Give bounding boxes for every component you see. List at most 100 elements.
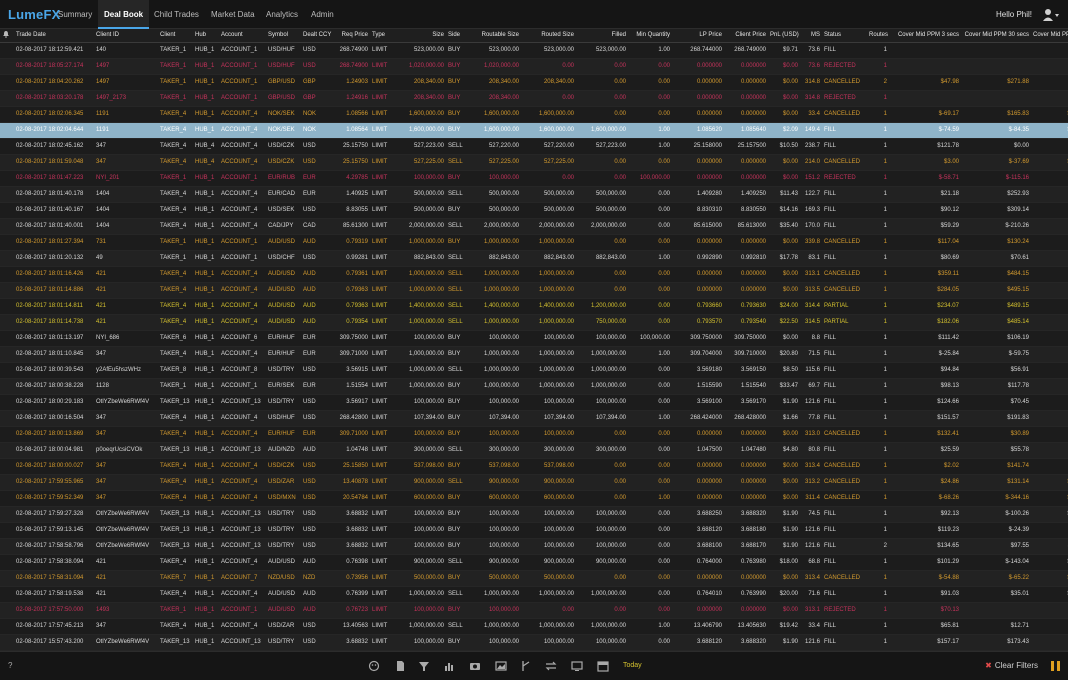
table-row[interactable]: 02-08-2017 18:01:14.886 421 TAKER_4 HUB_1 AC… <box>0 282 1068 299</box>
brand-logo[interactable]: LumeFX <box>8 7 60 22</box>
monitor-icon[interactable] <box>571 660 583 672</box>
table-cell: 100,000.00 <box>396 602 446 619</box>
table-row[interactable]: 02-08-2017 17:59:13.145 OtlYZbeWe6RWf4V TA… <box>0 522 1068 539</box>
column-header[interactable]: Routed Size <box>521 29 576 43</box>
help-button[interactable]: ? <box>8 661 12 670</box>
table-row[interactable]: 02-08-2017 18:00:04.981 p0oeqrUcsiCVOk TAK… <box>0 442 1068 459</box>
column-header[interactable]: Routable Size <box>465 29 521 43</box>
table-row[interactable]: 02-08-2017 18:00:39.543 y2AfEu5hszWHz TAKE… <box>0 362 1068 379</box>
table-row[interactable]: 02-08-2017 17:58:58.796 OtlYZbeWe6RWf4V TA… <box>0 538 1068 555</box>
nav-admin[interactable]: Admin <box>311 0 334 29</box>
pause-icon[interactable] <box>1051 661 1060 671</box>
table-cell: 0.00 <box>628 298 672 315</box>
column-header[interactable]: Cover Mid PPM 60 secs <box>1031 29 1068 43</box>
bar-chart-icon[interactable] <box>443 660 455 672</box>
table-row[interactable]: 02-08-2017 18:05:27.174 1497 TAKER_1 HUB_1 A… <box>0 58 1068 75</box>
table-row[interactable]: 02-08-2017 18:03:20.178 1497_2173 TAKER_1 H… <box>0 90 1068 107</box>
table-row[interactable]: 02-08-2017 18:02:06.345 1191 TAKER_4 HUB_1 A… <box>0 106 1068 123</box>
column-header[interactable]: Client <box>158 29 193 43</box>
table-cell: BUY <box>446 394 465 411</box>
table-row[interactable]: 02-08-2017 18:00:38.228 1128 TAKER_1 HUB_1 A… <box>0 378 1068 395</box>
table-row[interactable]: 02-08-2017 18:01:16.426 421 TAKER_4 HUB_1 AC… <box>0 266 1068 283</box>
table-row[interactable]: 02-08-2017 18:00:29.183 OtlYZbeWe6RWf4V TA… <box>0 394 1068 411</box>
palette-icon[interactable] <box>368 660 380 672</box>
table-row[interactable]: 02-08-2017 15:57:43.200 OtlYZbeWe6RWf4V TA… <box>0 634 1068 651</box>
column-header[interactable]: Status <box>822 29 867 43</box>
table-cell: $47.98 <box>889 74 961 91</box>
clear-filters-button[interactable]: ✖ Clear Filters <box>985 661 1038 670</box>
notification-header-cell[interactable] <box>0 29 14 43</box>
filter-icon[interactable] <box>418 660 430 672</box>
table-row[interactable]: 02-08-2017 18:12:59.421 140 TAKER_1 HUB_1 AC… <box>0 42 1068 59</box>
table-row[interactable]: 02-08-2017 17:59:55.965 347 TAKER_4 HUB_1 AC… <box>0 474 1068 491</box>
table-cell: 309.71000 <box>335 426 370 443</box>
user-menu-icon[interactable] <box>1042 8 1060 22</box>
document-icon[interactable] <box>394 660 406 672</box>
table-row[interactable]: 02-08-2017 18:01:10.845 347 TAKER_4 HUB_1 AC… <box>0 346 1068 363</box>
today-filter-button[interactable]: Today <box>623 662 642 669</box>
table-cell: 2,000,000.00 <box>396 218 446 235</box>
column-header[interactable]: Cover Mid PPM 30 secs <box>961 29 1031 43</box>
nav-market-data[interactable]: Market Data <box>211 0 255 29</box>
column-header[interactable]: Dealt CCY <box>301 29 335 43</box>
column-header[interactable]: Size <box>396 29 446 43</box>
table-row[interactable]: 02-08-2017 18:01:20.132 49 TAKER_1 HUB_1 ACC… <box>0 250 1068 267</box>
column-header[interactable]: Client Price <box>724 29 768 43</box>
table-cell: TAKER_4 <box>158 554 193 571</box>
column-header[interactable]: Hub <box>193 29 219 43</box>
column-header[interactable]: Symbol <box>266 29 301 43</box>
column-header[interactable]: Trade Date <box>14 29 94 43</box>
column-header[interactable]: Routes <box>867 29 889 43</box>
table-row[interactable]: 02-08-2017 18:01:40.178 1404 TAKER_4 HUB_1 A… <box>0 186 1068 203</box>
table-row[interactable]: 02-08-2017 18:00:00.027 347 TAKER_4 HUB_1 AC… <box>0 458 1068 475</box>
table-cell: ACCOUNT_13 <box>219 442 266 459</box>
table-row[interactable]: 02-08-2017 18:02:04.644 1191 TAKER_4 HUB_1 A… <box>0 122 1068 139</box>
table-row[interactable]: 02-08-2017 18:01:59.048 347 TAKER_4 HUB_4 AC… <box>0 154 1068 171</box>
table-row[interactable]: 02-08-2017 17:57:50.000 1493 TAKER_1 HUB_1 A… <box>0 602 1068 619</box>
column-header[interactable]: Type <box>370 29 396 43</box>
table-row[interactable]: 02-08-2017 18:01:14.738 421 TAKER_4 HUB_1 AC… <box>0 314 1068 331</box>
column-header[interactable]: Side <box>446 29 465 43</box>
nav-child-trades[interactable]: Child Trades <box>154 0 199 29</box>
column-header[interactable]: Req Price <box>335 29 370 43</box>
table-row[interactable]: 02-08-2017 18:00:16.504 347 TAKER_4 HUB_1 AC… <box>0 410 1068 427</box>
nav-deal-book[interactable]: Deal Book <box>98 0 150 29</box>
table-row[interactable]: 02-08-2017 17:58:31.094 421 TAKER_7 HUB_1 AC… <box>0 570 1068 587</box>
column-header[interactable]: Account <box>219 29 266 43</box>
bell-icon[interactable] <box>2 30 10 39</box>
table-cell: $130.24 <box>961 234 1031 251</box>
column-header[interactable]: Filled <box>576 29 628 43</box>
table-row[interactable]: 02-08-2017 18:04:20.262 1497 TAKER_1 HUB_1 A… <box>0 74 1068 91</box>
column-header[interactable]: Client ID <box>94 29 158 43</box>
table-cell: $124.47 <box>1031 410 1068 427</box>
table-row[interactable]: 02-08-2017 17:57:45.213 347 TAKER_4 HUB_1 AC… <box>0 618 1068 635</box>
column-header[interactable]: MS <box>800 29 822 43</box>
table-row[interactable]: 02-08-2017 17:58:38.094 421 TAKER_4 HUB_1 AC… <box>0 554 1068 571</box>
table-row[interactable]: 02-08-2017 17:58:19.538 421 TAKER_4 HUB_1 AC… <box>0 586 1068 603</box>
table-row[interactable]: 02-08-2017 18:01:13.197 NYI_686 TAKER_6 HUB… <box>0 330 1068 347</box>
branch-icon[interactable] <box>520 660 532 672</box>
nav-analytics[interactable]: Analytics <box>266 0 298 29</box>
table-row[interactable]: 02-08-2017 17:59:27.328 OtlYZbeWe6RWf4V TA… <box>0 506 1068 523</box>
swap-icon[interactable] <box>545 660 557 672</box>
table-cell: 0.00 <box>628 634 672 651</box>
table-row[interactable]: 02-08-2017 18:01:47.223 NYI_201 TAKER_1 HUB… <box>0 170 1068 187</box>
table-row[interactable]: 02-08-2017 18:02:45.162 347 TAKER_4 HUB_4 AC… <box>0 138 1068 155</box>
table-cell: 0.00 <box>576 474 628 491</box>
column-header[interactable]: LP Price <box>672 29 724 43</box>
column-header[interactable]: Min Quantity <box>628 29 672 43</box>
table-cell: 313.4 <box>800 458 822 475</box>
table-cell: CANCELLED <box>822 474 867 491</box>
table-row[interactable]: 02-08-2017 18:01:27.394 731 TAKER_1 HUB_1 AC… <box>0 234 1068 251</box>
table-row[interactable]: 02-08-2017 18:01:14.811 421 TAKER_4 HUB_1 AC… <box>0 298 1068 315</box>
column-header[interactable]: Cover Mid PPM 3 secs <box>889 29 961 43</box>
calendar-icon[interactable] <box>597 660 609 672</box>
column-header[interactable]: PnL (USD) <box>768 29 800 43</box>
table-row[interactable]: 02-08-2017 17:59:52.349 347 TAKER_4 HUB_1 AC… <box>0 490 1068 507</box>
table-row[interactable]: 02-08-2017 18:01:40.001 1404 TAKER_4 HUB_1 A… <box>0 218 1068 235</box>
nav-summary[interactable]: Summary <box>58 0 92 29</box>
image-icon[interactable] <box>495 660 507 672</box>
table-row[interactable]: 02-08-2017 18:01:40.167 1404 TAKER_4 HUB_1 A… <box>0 202 1068 219</box>
table-row[interactable]: 02-08-2017 18:00:13.869 347 TAKER_4 HUB_1 AC… <box>0 426 1068 443</box>
camera-icon[interactable] <box>469 660 481 672</box>
